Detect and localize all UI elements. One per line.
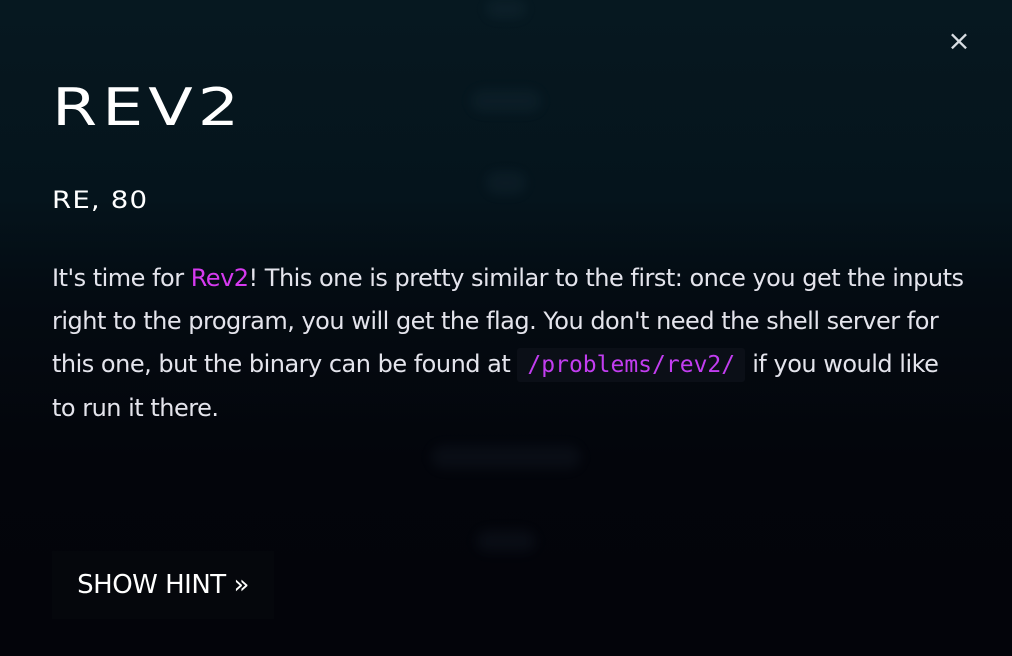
background-blur-shape <box>486 0 526 18</box>
background-blur-shape <box>471 90 541 112</box>
background-blur-shape <box>431 445 581 469</box>
background-blur-shape <box>486 172 526 194</box>
challenge-name-highlight: Rev2 <box>190 264 249 292</box>
show-hint-button[interactable]: SHOW HINT » <box>52 551 274 619</box>
challenge-title: REV2 <box>52 78 245 138</box>
close-icon[interactable]: × <box>944 26 974 56</box>
challenge-description: It's time for Rev2! This one is pretty s… <box>52 257 967 430</box>
challenge-category-points: RE, 80 <box>52 186 149 214</box>
description-text: It's time for <box>52 264 191 292</box>
problem-path-code: /problems/rev2/ <box>517 348 746 382</box>
background-blur-shape <box>476 530 536 552</box>
